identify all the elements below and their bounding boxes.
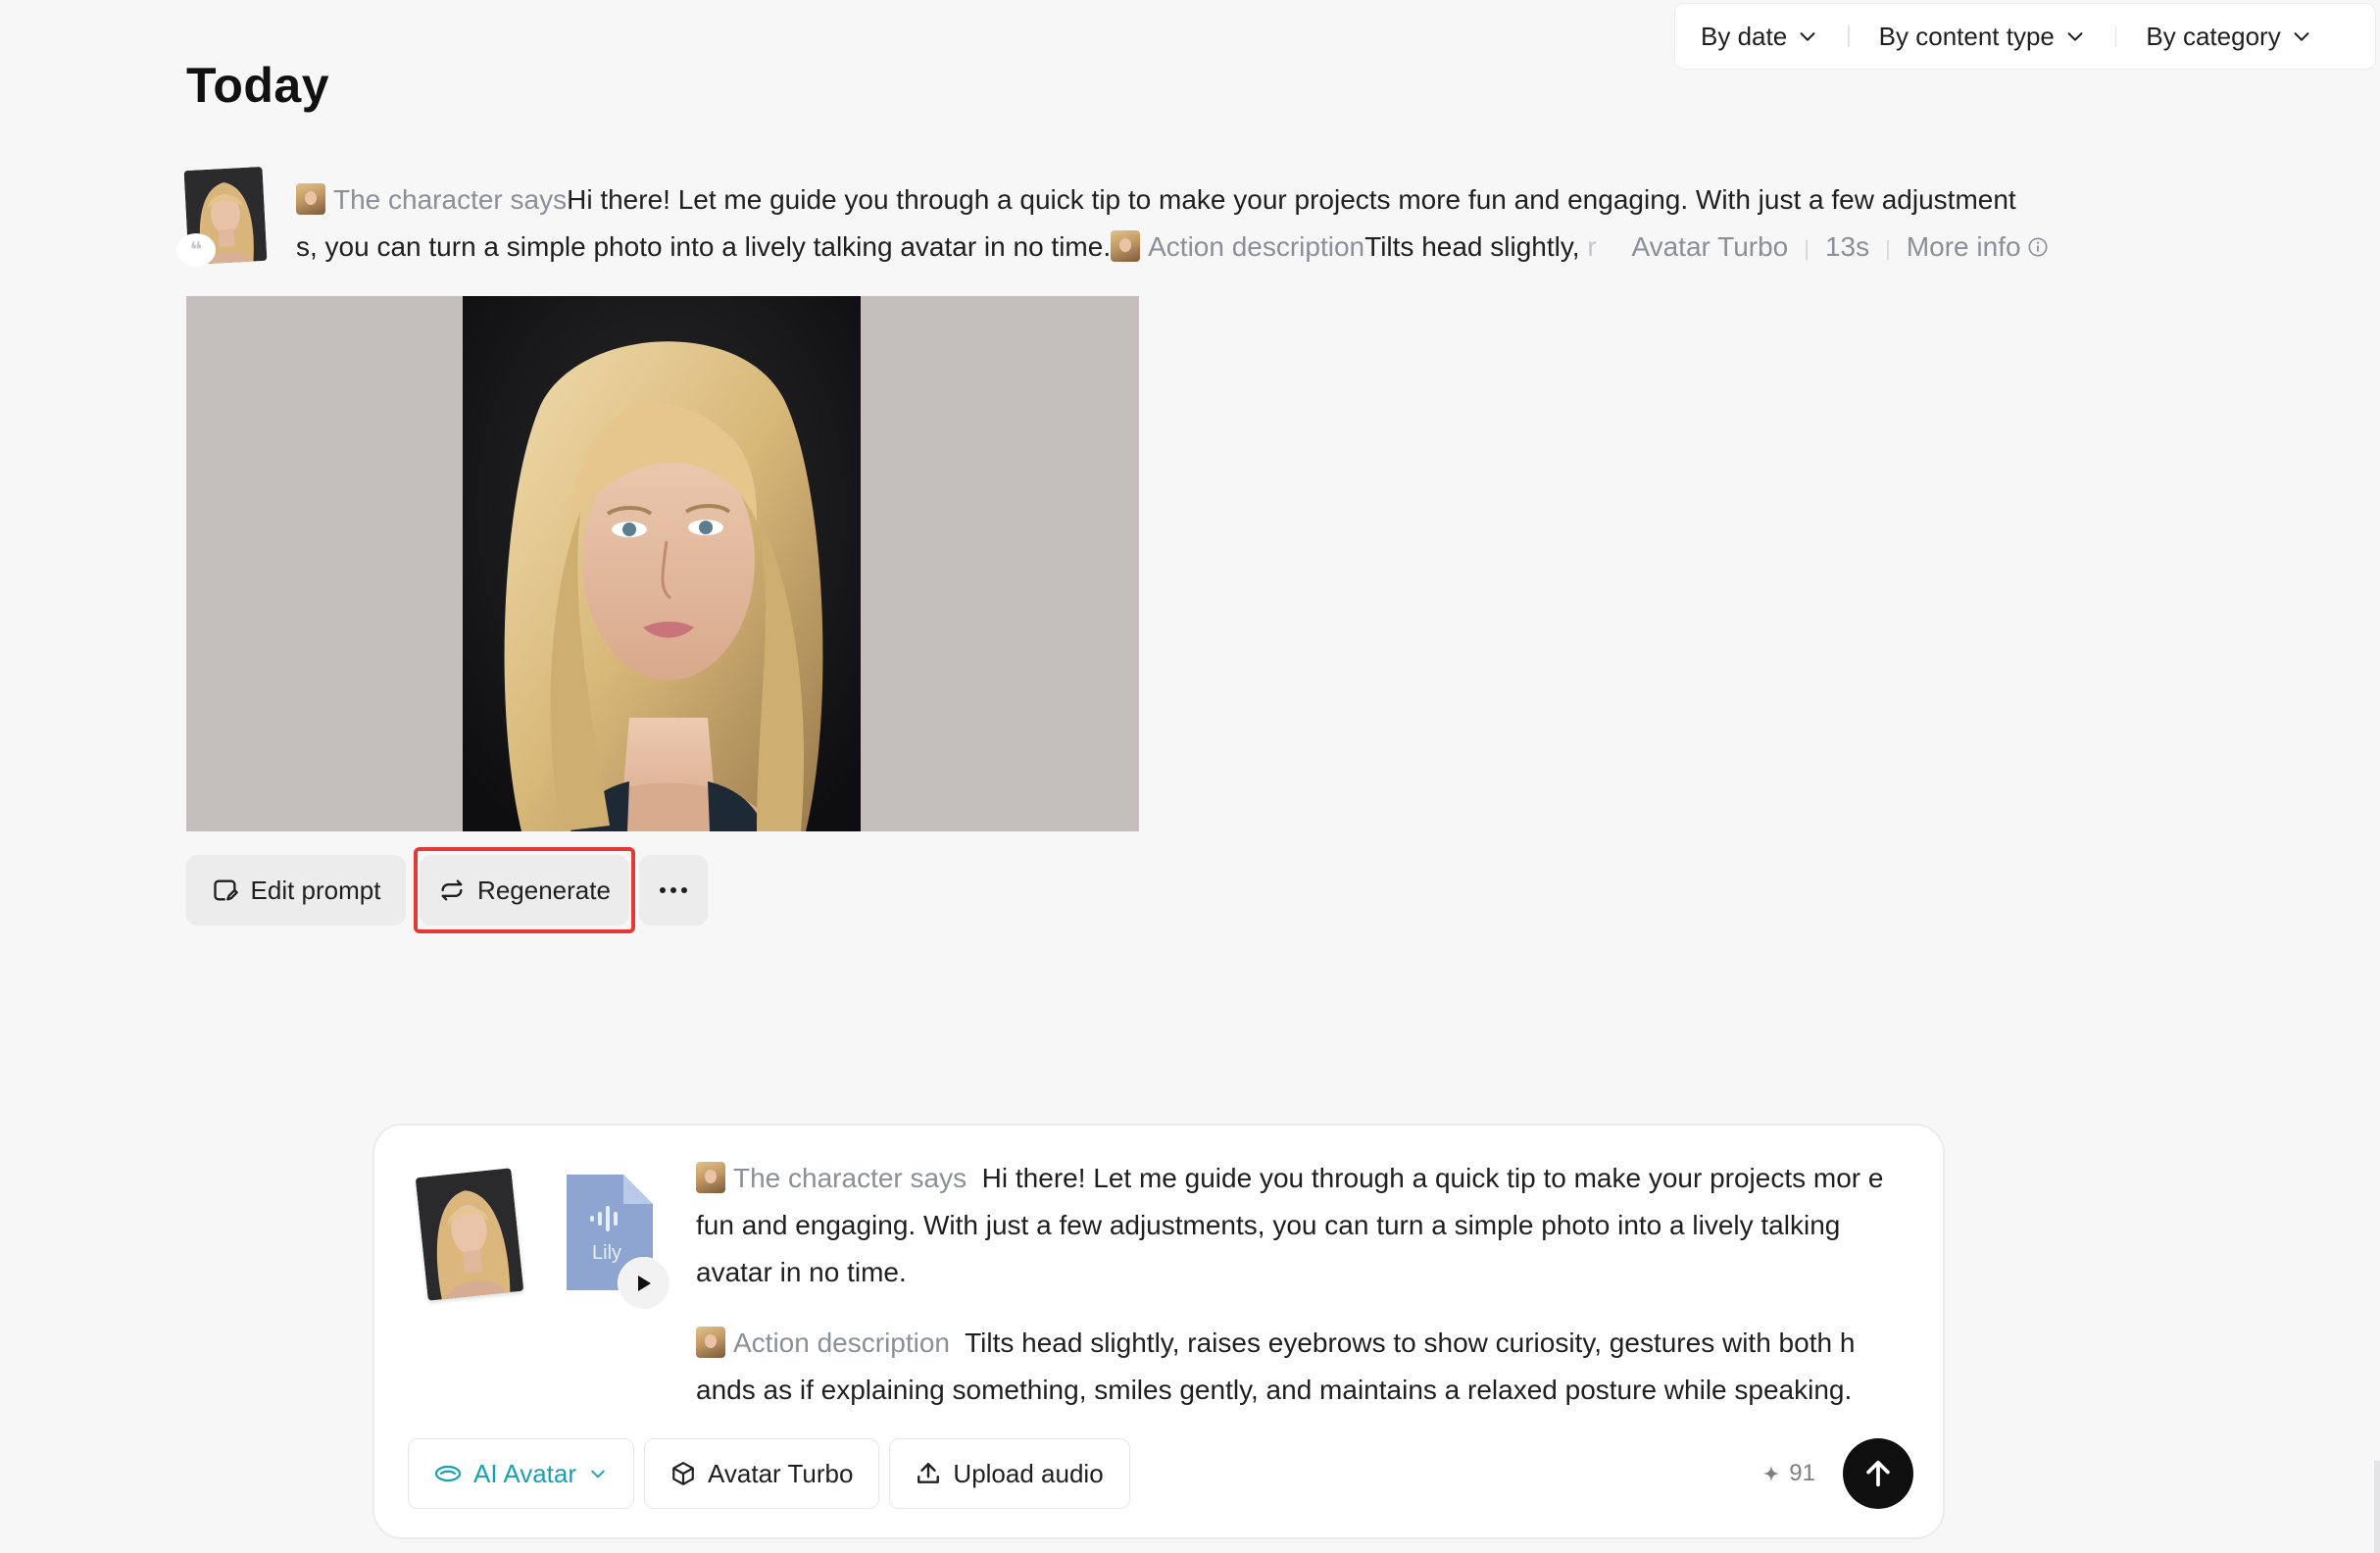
sparkle-icon — [1762, 1465, 1780, 1482]
meta-divider: | — [1804, 236, 1810, 261]
generated-video[interactable] — [186, 296, 1139, 831]
says-paragraph: The character says Hi there! Let me guid… — [696, 1155, 1915, 1296]
mode-select[interactable]: AI Avatar — [408, 1438, 635, 1509]
chevron-down-icon — [591, 1470, 605, 1478]
upload-audio-button[interactable]: Upload audio — [889, 1438, 1130, 1509]
regenerate-label: Regenerate — [477, 875, 611, 905]
model-label: Avatar Turbo — [708, 1458, 854, 1488]
filter-divider — [2114, 25, 2117, 47]
prompt-summary: The character saysHi there! Let me guide… — [296, 176, 2139, 273]
avatar-portrait-image — [415, 1168, 524, 1301]
regenerate-button[interactable]: Regenerate — [420, 855, 629, 926]
credits-indicator: 91 — [1761, 1460, 1815, 1487]
filter-divider — [1848, 25, 1850, 47]
action-label: Action description — [733, 1328, 951, 1358]
filter-by-content-type[interactable]: By content type — [1879, 22, 2086, 52]
play-icon — [638, 1276, 651, 1291]
edit-prompt-button[interactable]: Edit prompt — [186, 855, 406, 926]
credits-count: 91 — [1789, 1460, 1815, 1486]
model-name: Avatar Turbo — [1631, 231, 1789, 262]
edit-prompt-label: Edit prompt — [250, 875, 381, 905]
character-avatar-icon — [296, 183, 325, 215]
action-text-fade: r — [1587, 231, 1597, 262]
says-label: The character says — [333, 184, 568, 215]
more-info-link[interactable]: More info — [1907, 231, 2021, 262]
composer-toolbar: AI Avatar Avatar Turbo Upload audio 91 — [408, 1437, 1913, 1510]
character-avatar-icon — [696, 1162, 725, 1193]
model-button[interactable]: Avatar Turbo — [644, 1438, 880, 1509]
selected-avatar[interactable] — [415, 1168, 524, 1301]
info-icon[interactable] — [2027, 236, 2049, 258]
character-avatar-icon — [696, 1327, 725, 1358]
ai-avatar-icon — [434, 1465, 462, 1482]
filter-bar: By date By content type By category — [1674, 3, 2376, 70]
says-label: The character says — [733, 1163, 967, 1193]
upload-audio-label: Upload audio — [953, 1458, 1104, 1488]
arrow-up-icon — [1866, 1460, 1890, 1487]
filter-by-category[interactable]: By category — [2146, 22, 2311, 52]
action-paragraph: Action description Tilts head slightly, … — [696, 1320, 1915, 1414]
chevron-down-icon — [1800, 32, 1815, 41]
filter-by-date[interactable]: By date — [1701, 22, 1818, 52]
more-options-button[interactable] — [639, 855, 708, 926]
section-title: Today — [186, 58, 330, 113]
cube-icon — [672, 1462, 694, 1485]
says-text-line2: s, you can turn a simple photo into a li… — [296, 231, 1112, 262]
duration: 13s — [1824, 231, 1870, 262]
more-icon — [660, 887, 687, 893]
regenerate-icon — [441, 879, 463, 901]
action-label: Action description — [1148, 231, 1365, 262]
filter-by-date-label: By date — [1701, 21, 1788, 51]
video-portrait — [463, 296, 861, 831]
chevron-down-icon — [2294, 32, 2309, 41]
filter-by-content-type-label: By content type — [1878, 21, 2055, 51]
portrait-image — [463, 296, 861, 831]
meta-divider: | — [1885, 236, 1891, 261]
scrollbar[interactable] — [2374, 1461, 2380, 1553]
prompt-composer: Lily The character says Hi there! Let me… — [372, 1124, 1945, 1539]
chevron-down-icon — [2067, 32, 2083, 41]
edit-icon — [213, 879, 238, 901]
says-text-line1: Hi there! Let me guide you through a qui… — [567, 184, 2016, 215]
upload-icon — [917, 1463, 940, 1483]
character-avatar-icon — [1111, 230, 1141, 262]
voice-name: Lily — [592, 1242, 621, 1264]
send-button[interactable] — [1843, 1438, 1913, 1509]
play-voice-button[interactable] — [618, 1257, 670, 1310]
composer-prompt[interactable]: The character says Hi there! Let me guid… — [696, 1155, 1915, 1437]
mode-label: AI Avatar — [473, 1458, 577, 1488]
action-text: Tilts head slightly, — [1364, 231, 1580, 262]
filter-by-category-label: By category — [2146, 21, 2281, 51]
quote-icon: ❝ — [176, 233, 216, 267]
